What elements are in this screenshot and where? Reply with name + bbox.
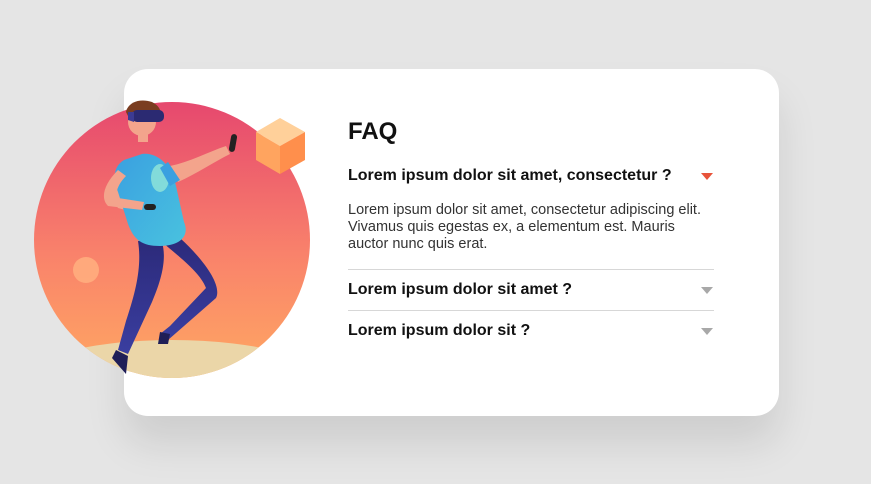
chevron-down-icon[interactable] xyxy=(701,327,713,335)
faq-question-text: Lorem ipsum dolor sit ? xyxy=(348,322,531,339)
faq-question-text: Lorem ipsum dolor sit amet ? xyxy=(348,281,573,298)
faq-question-toggle[interactable]: Lorem ipsum dolor sit amet, consectetur … xyxy=(348,162,714,190)
faq-title: FAQ xyxy=(348,118,398,145)
faq-question-toggle[interactable]: Lorem ipsum dolor sit amet ? xyxy=(348,270,714,310)
faq-item: Lorem ipsum dolor sit amet, consectetur … xyxy=(348,162,714,270)
chevron-down-icon[interactable] xyxy=(701,286,713,294)
faq-answer: Lorem ipsum dolor sit amet, consectetur … xyxy=(348,202,701,252)
chevron-down-icon[interactable] xyxy=(701,172,713,180)
faq-item: Lorem ipsum dolor sit ? xyxy=(348,311,714,351)
orb-decoration xyxy=(73,257,99,283)
faq-item: Lorem ipsum dolor sit amet ? xyxy=(348,270,714,311)
faq-question-text: Lorem ipsum dolor sit amet, consectetur … xyxy=(348,167,672,184)
faq-section: FAQ Lorem ipsum dolor sit amet, consecte… xyxy=(348,116,714,351)
faq-question-toggle[interactable]: Lorem ipsum dolor sit ? xyxy=(348,311,714,351)
